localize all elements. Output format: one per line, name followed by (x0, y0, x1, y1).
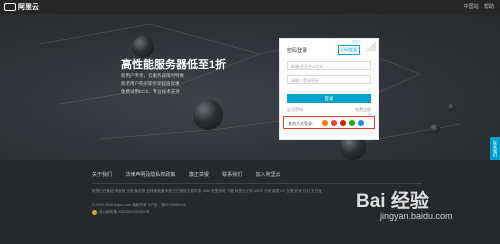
watermark-url: jingyan.baidu.com (380, 211, 453, 221)
qr-code-icon[interactable] (366, 41, 376, 51)
hero-banner (0, 14, 500, 160)
social-login-box: 其他方式登录： (283, 116, 375, 129)
hero-headline: 高性能服务器低至1折 (121, 59, 227, 71)
help-link[interactable]: 帮助 (484, 4, 494, 10)
footer-link[interactable]: 关于我们 (92, 172, 112, 178)
top-bar: 阿里云 中国站 帮助 (0, 0, 500, 14)
site-switch[interactable]: 中国站 (464, 4, 479, 10)
top-right-menu: 中国站 帮助 (460, 3, 494, 10)
network-lines (39, 23, 461, 145)
login-button[interactable]: 登录 (287, 94, 371, 103)
login-panel: 密码登录 扫码登录 邮箱/会员名/8位ID 请输入登录密码 登录 忘记密码 免费… (279, 38, 379, 140)
sphere (193, 100, 223, 130)
forgot-password-link[interactable]: 忘记密码 (287, 107, 303, 112)
footer-nav: 关于我们 法律声明及隐私权政策 廉正举报 联系我们 加入阿里云 (92, 171, 293, 178)
register-link[interactable]: 免费注册 (355, 107, 371, 113)
sphere (430, 124, 440, 134)
footer-link[interactable]: 法律声明及隐私权政策 (125, 172, 175, 178)
police-badge-icon (92, 209, 97, 215)
sphere (448, 104, 455, 111)
username-field[interactable]: 邮箱/会员名/8位ID (287, 61, 371, 70)
footer-link[interactable]: 廉正举报 (189, 172, 209, 178)
wechat-icon[interactable] (349, 120, 355, 126)
logo[interactable]: 阿里云 (4, 2, 39, 12)
footer-divider (92, 183, 422, 184)
footer-link[interactable]: 联系我们 (222, 172, 242, 178)
scan-login-button[interactable]: 扫码登录 (338, 45, 360, 55)
alipay-icon[interactable] (340, 120, 346, 126)
login-title: 密码登录 (287, 48, 308, 54)
dingtalk-icon[interactable] (358, 120, 364, 126)
weibo-icon[interactable] (331, 120, 337, 126)
footer-link[interactable]: 加入阿里云 (256, 172, 281, 178)
password-field[interactable]: 请输入登录密码 (287, 75, 371, 84)
social-login-label: 其他方式登录： (288, 121, 316, 126)
footer-copyright: © 2009-2018 Aliyun.com 版权所有 ICP证：浙B2-200… (92, 203, 186, 215)
hero-description: 新用户专享，云服务器限时特惠 新老用户购买即享受超值优惠 免费试用ECS，专业技… (121, 73, 184, 94)
logo-icon (4, 3, 16, 12)
login-links: 忘记密码 免费注册 (287, 107, 371, 113)
taobao-icon[interactable] (322, 120, 328, 126)
watermark-brand: Bai 经验 (356, 191, 429, 212)
sphere (132, 36, 154, 58)
